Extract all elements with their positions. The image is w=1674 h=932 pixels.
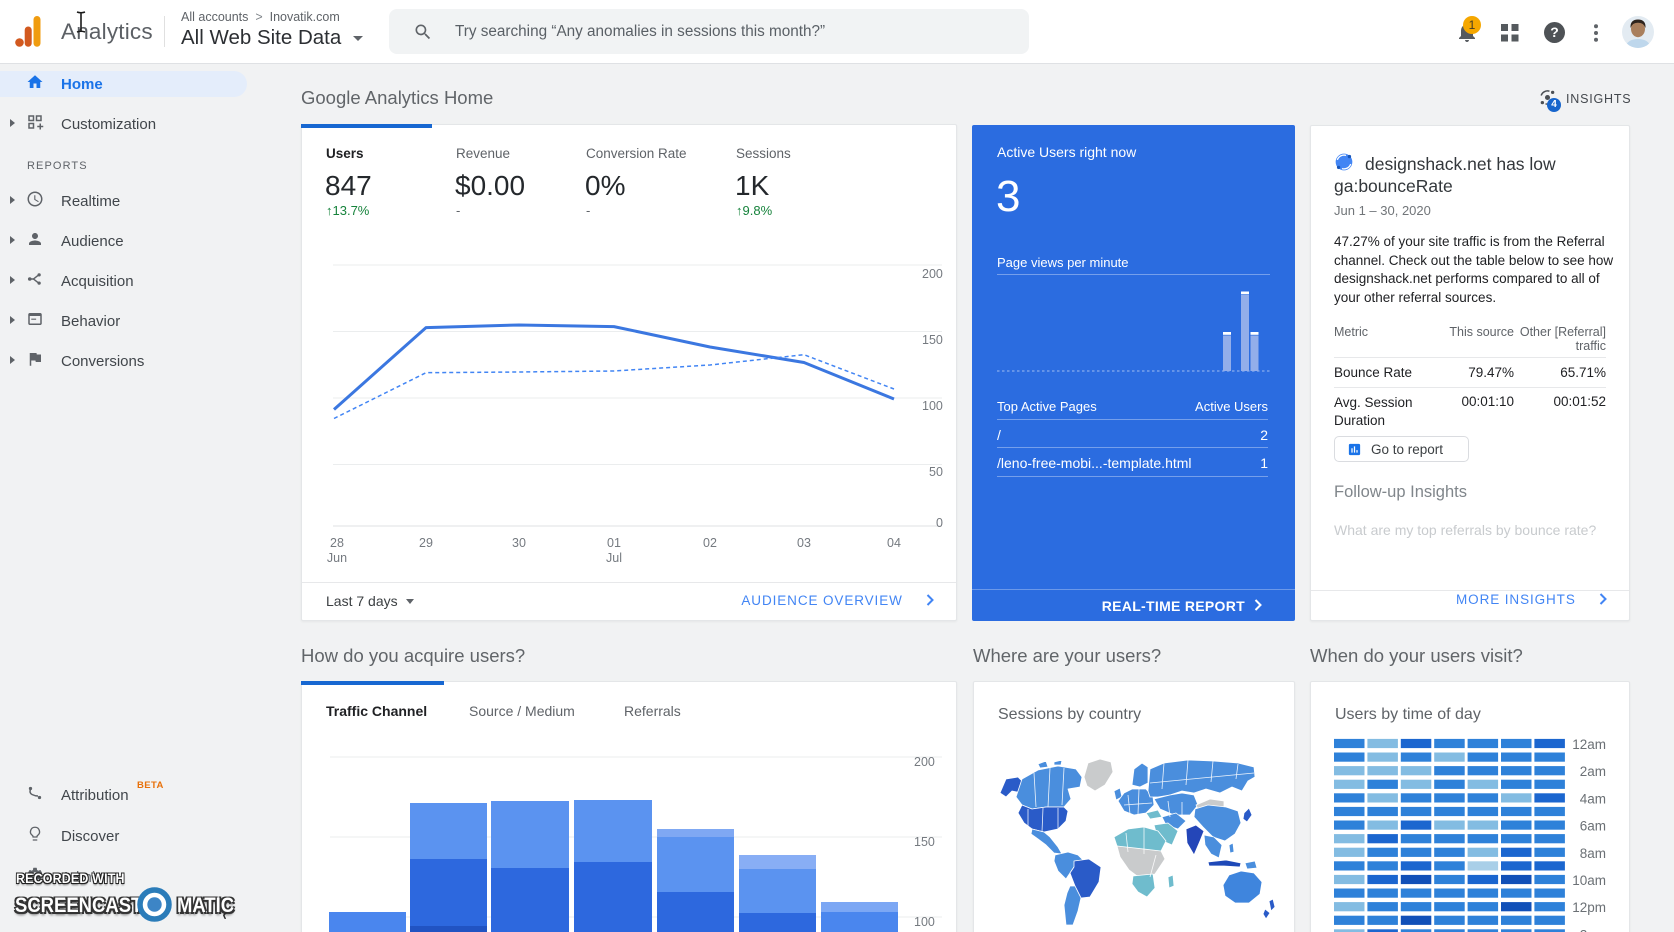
svg-text:200: 200 xyxy=(922,267,943,281)
svg-text:12am: 12am xyxy=(1572,737,1606,752)
svg-text:6am: 6am xyxy=(1580,819,1606,834)
svg-text:28: 28 xyxy=(330,536,344,550)
svg-text:03: 03 xyxy=(797,536,811,550)
svg-text:100: 100 xyxy=(914,915,935,929)
svg-text:2pm: 2pm xyxy=(1580,927,1606,932)
svg-text:50: 50 xyxy=(929,465,943,479)
svg-text:Jun: Jun xyxy=(327,551,347,565)
svg-text:01: 01 xyxy=(607,536,621,550)
svg-text:29: 29 xyxy=(419,536,433,550)
svg-text:150: 150 xyxy=(922,333,943,347)
svg-text:8am: 8am xyxy=(1580,846,1606,861)
svg-text:0: 0 xyxy=(936,516,943,530)
svg-text:30: 30 xyxy=(512,536,526,550)
svg-text:10am: 10am xyxy=(1572,873,1606,888)
svg-text:100: 100 xyxy=(922,399,943,413)
svg-text:150: 150 xyxy=(914,835,935,849)
svg-text:12pm: 12pm xyxy=(1572,900,1606,915)
svg-text:Jul: Jul xyxy=(606,551,622,565)
svg-text:4am: 4am xyxy=(1580,791,1606,806)
svg-text:200: 200 xyxy=(914,755,935,769)
svg-text:04: 04 xyxy=(887,536,901,550)
svg-text:02: 02 xyxy=(703,536,717,550)
svg-text:2am: 2am xyxy=(1580,764,1606,779)
